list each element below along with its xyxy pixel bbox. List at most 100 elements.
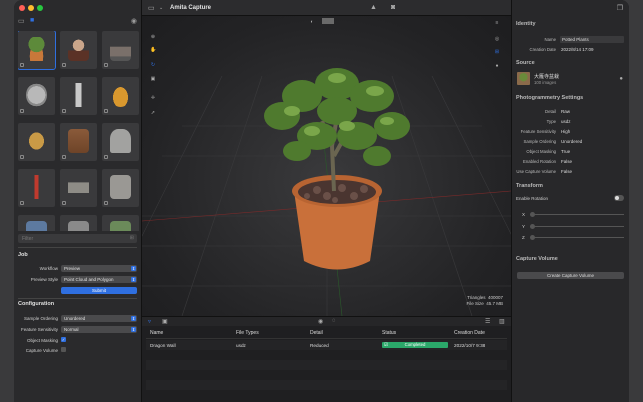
hand-icon[interactable]: ✋ <box>150 47 156 53</box>
thumbnail-bread[interactable] <box>18 123 55 161</box>
row-name: Dragon Wall <box>150 343 176 348</box>
media-browser-icon[interactable]: ▭ <box>18 17 25 25</box>
eye-icon[interactable]: ◉ <box>131 17 137 25</box>
thumbnail-stone-disc[interactable] <box>18 77 55 115</box>
window-toolbar: ▭ ⌄ Amita Capture ▲ ◙ <box>142 0 511 16</box>
object-masking-label: Object Masking <box>26 338 58 343</box>
refresh-icon[interactable]: ◌ <box>332 318 336 324</box>
thumbnail-model-15[interactable] <box>102 215 139 231</box>
zoom-icon[interactable]: ⊕ <box>150 34 156 40</box>
thumbnail-model-13[interactable] <box>18 215 55 231</box>
sample-ordering-value: Unordered <box>561 139 583 144</box>
view-options-icon[interactable]: ◎ <box>494 36 500 42</box>
3d-viewport[interactable]: ⊕ ✋ ↻ ▣ ✛ ➚ ≡ ◎ ⊞ ● ◐ Triangles 400007 F… <box>142 16 511 316</box>
filter-options-icon[interactable]: ⊞ <box>130 235 134 241</box>
thumbnail-checkbox[interactable] <box>104 201 108 205</box>
thumbnail-carved-panel[interactable] <box>60 169 97 207</box>
thumbnail-building-model[interactable] <box>102 31 139 69</box>
thumbnail-checkbox[interactable] <box>104 109 108 113</box>
object-masking-checkbox[interactable]: ✓ <box>61 337 66 342</box>
filter-field[interactable]: Filter ⊞ <box>18 234 137 243</box>
camera-icon[interactable]: ◙ <box>391 4 395 11</box>
frame-icon[interactable]: ▣ <box>150 76 156 82</box>
model-15-image <box>110 221 131 231</box>
column-header-name[interactable]: Name <box>150 330 163 336</box>
list-options-icon[interactable]: ☰ <box>485 318 490 325</box>
source-title: 大雁寺盆栽 <box>534 74 560 80</box>
column-header-status[interactable]: Status <box>382 330 396 336</box>
enabled-rotation-label: Enabled Rotation <box>523 159 556 164</box>
sample-ordering-popup[interactable]: Unordered ⇕ <box>61 315 137 322</box>
statue-image <box>68 83 89 107</box>
thumbnail-bell[interactable] <box>102 123 139 161</box>
chevron-down-icon[interactable]: ⌄ <box>159 5 163 11</box>
workflow-popup[interactable]: Preview ⇕ <box>61 265 137 272</box>
app-window: ▭ ■ ◉ Filter ⊞ Job Workflow Preview ⇕ Pr… <box>14 0 629 402</box>
thumbnail-checkbox[interactable] <box>20 109 24 113</box>
stone-stele-image <box>110 175 131 199</box>
close-window-button[interactable] <box>19 5 25 11</box>
thumbnail-checkbox[interactable] <box>62 63 66 67</box>
texture-preview[interactable] <box>322 18 334 24</box>
column-header-file-types[interactable]: File Types <box>236 330 259 336</box>
sidebar-toggle-icon[interactable]: ▭ <box>148 4 155 12</box>
thumbnail-potted-plant[interactable] <box>18 31 56 70</box>
sample-ordering-label: Sample Ordering <box>523 139 556 144</box>
thumbnail-checkbox[interactable] <box>104 63 108 67</box>
thumbnail-croissant[interactable] <box>102 77 139 115</box>
submit-button[interactable]: Submit <box>61 287 137 294</box>
stop-icon[interactable]: ◉ <box>318 318 323 325</box>
feature-sensitivity-popup[interactable]: Normal ⇕ <box>61 326 137 333</box>
name-field[interactable]: Potted Plants <box>560 36 624 43</box>
thumbnail-checkbox[interactable] <box>20 155 24 159</box>
z-label: Z <box>522 235 525 240</box>
column-header-detail[interactable]: Detail <box>310 330 323 336</box>
trash-icon[interactable]: ▥ <box>499 318 505 325</box>
move-icon[interactable]: ✛ <box>150 95 156 101</box>
thumbnail-checkbox[interactable] <box>20 201 24 205</box>
source-info-icon[interactable]: ● <box>619 76 623 82</box>
thumbnail-wooden-box[interactable] <box>60 123 97 161</box>
slider-knob[interactable] <box>530 212 535 217</box>
capture-volume-label: Capture Volume <box>25 348 58 353</box>
share-icon[interactable]: ❐ <box>617 4 623 12</box>
thumbnail-checkbox[interactable] <box>104 155 108 159</box>
z-slider[interactable] <box>530 235 624 240</box>
grid-view-icon[interactable]: ⊞ <box>494 49 500 55</box>
thumbnail-figure-head[interactable] <box>60 31 97 69</box>
y-slider[interactable] <box>530 224 624 229</box>
thumbnail-checkbox[interactable] <box>62 201 66 205</box>
thumbnail-checkbox[interactable] <box>62 109 66 113</box>
thumbnail-checkbox[interactable] <box>20 63 24 67</box>
chevron-updown-icon: ⇕ <box>131 266 136 271</box>
x-slider[interactable] <box>530 212 624 217</box>
capture-volume-heading: Capture Volume <box>516 256 558 262</box>
thumbnail-model-14[interactable] <box>60 215 97 231</box>
reset-view-icon[interactable]: ● <box>494 63 500 69</box>
package-icon[interactable]: ▣ <box>162 318 168 325</box>
display-mode-icon[interactable]: ◐ <box>309 19 315 25</box>
thumbnail-statue[interactable] <box>60 77 97 115</box>
thumbnail-stone-stele[interactable] <box>102 169 139 207</box>
preview-style-popup[interactable]: Point Cloud and Polygon ⇕ <box>61 276 137 283</box>
create-capture-volume-button[interactable]: Create Capture Volume <box>517 272 624 279</box>
enable-rotation-toggle[interactable] <box>614 195 624 201</box>
thumbnail-lighthouse[interactable] <box>18 169 55 207</box>
table-row[interactable]: Dragon Wall usdz Reduced ☑ Completed 202… <box>146 340 507 350</box>
filter-icon[interactable]: ▿ <box>148 318 151 325</box>
pointer-icon[interactable]: ➚ <box>150 110 156 116</box>
capture-volume-checkbox[interactable] <box>61 347 66 352</box>
minimize-window-button[interactable] <box>28 5 34 11</box>
cube-icon[interactable]: ≡ <box>494 20 500 26</box>
column-header-creation-date[interactable]: Creation Date <box>454 330 485 336</box>
rotate-icon[interactable]: ↻ <box>150 62 156 68</box>
export-icon[interactable]: ▲ <box>370 4 377 11</box>
slider-knob[interactable] <box>530 224 535 229</box>
source-subtitle: 100 images <box>534 80 557 85</box>
slider-knob[interactable] <box>530 235 535 240</box>
model-stats: Triangles 400007 File Size 45.7 MB <box>466 295 503 306</box>
folder-icon[interactable]: ■ <box>30 17 34 24</box>
zoom-window-button[interactable] <box>37 5 43 11</box>
thumbnail-checkbox[interactable] <box>62 155 66 159</box>
file-size-label: File Size <box>466 300 484 306</box>
